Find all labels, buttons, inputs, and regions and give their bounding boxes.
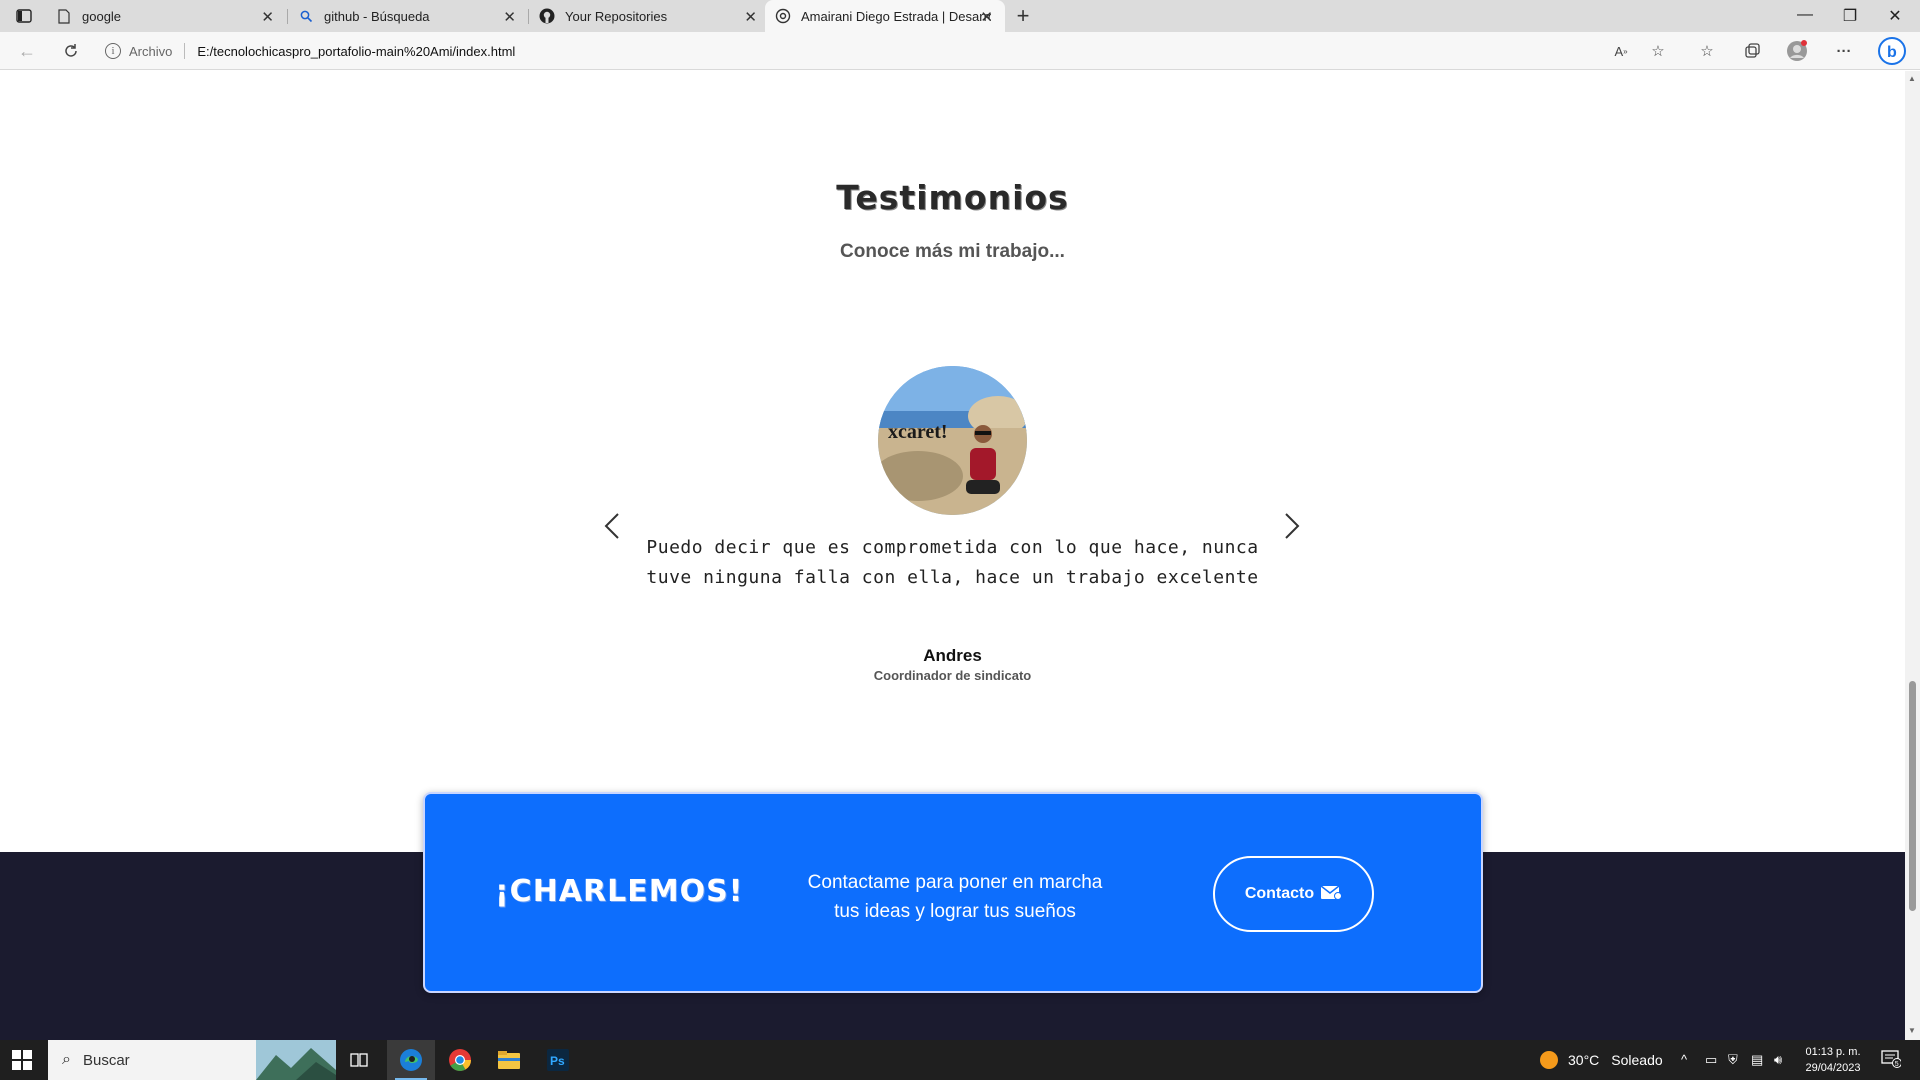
task-view-icon[interactable]: [335, 1040, 383, 1080]
new-tab-button[interactable]: +: [1011, 3, 1035, 29]
tab-label: Amairani Diego Estrada | Desarro: [801, 8, 991, 24]
close-icon[interactable]: ✕: [261, 8, 274, 26]
testimonial-quote: Puedo decir que es comprometida con lo q…: [646, 537, 1259, 588]
page-icon: [56, 8, 72, 24]
taskbar: ⌕ Buscar Ps 30°C Soleado ^ ▭ ⛨ ▤ 🔊︎ 01:1…: [0, 1040, 1920, 1080]
favorites-icon[interactable]: ☆: [1696, 40, 1718, 62]
url-text[interactable]: E:/tecnolochicaspro_portafolio-main%20Am…: [197, 44, 515, 59]
carousel-next-button[interactable]: [1276, 506, 1306, 546]
edge-taskbar-icon[interactable]: [387, 1040, 435, 1080]
file-explorer-icon[interactable]: [485, 1040, 533, 1080]
section-subtitle: Conoce más mi trabajo...: [840, 241, 1065, 262]
testimonial-author: Andres: [923, 646, 982, 665]
search-icon: [298, 8, 314, 24]
refresh-button[interactable]: [58, 39, 84, 63]
minimize-button[interactable]: —: [1790, 6, 1820, 24]
windows-start-icon[interactable]: [12, 1050, 32, 1075]
tab-label: Your Repositories: [565, 8, 668, 24]
taskbar-search-placeholder: Buscar: [82, 1051, 130, 1069]
address-divider: [184, 43, 186, 59]
sun-icon: [1540, 1051, 1558, 1069]
info-icon[interactable]: i: [105, 43, 121, 59]
taskbar-search-box[interactable]: ⌕ Buscar: [48, 1040, 336, 1080]
address-bar[interactable]: i Archivo E:/tecnolochicaspro_portafolio…: [105, 37, 1680, 65]
chevron-up-icon[interactable]: ^: [1681, 1052, 1687, 1067]
close-icon[interactable]: ✕: [744, 8, 757, 26]
envelope-icon: [1320, 884, 1343, 905]
restore-button[interactable]: ❐: [1835, 6, 1865, 26]
bing-icon[interactable]: b: [1877, 37, 1907, 65]
browser-toolbar: ← i Archivo E:/tecnolochicaspro_portafol…: [0, 32, 1920, 70]
tab-label: google: [82, 8, 122, 24]
section-title: Testimonios: [836, 178, 1069, 217]
testimonial-role: Coordinador de sindicato: [873, 668, 1032, 683]
notification-center-icon[interactable]: 5: [1880, 1050, 1902, 1070]
cta-title: ¡CHARLEMOS!: [495, 874, 744, 909]
volume-icon[interactable]: 🔊︎: [1774, 1052, 1782, 1068]
avatar: xcaret!: [878, 366, 1027, 515]
tab-google[interactable]: google ✕: [46, 0, 286, 32]
weather-widget[interactable]: 30°C Soleado: [1540, 1040, 1663, 1080]
profile-icon[interactable]: [1786, 40, 1808, 62]
close-icon[interactable]: ✕: [980, 8, 993, 26]
scroll-up-icon[interactable]: ▲: [1908, 74, 1916, 83]
cta-text: Contactame para poner en marcha tus idea…: [807, 872, 1103, 922]
search-icon: ⌕: [62, 1051, 71, 1068]
close-window-button[interactable]: ✕: [1880, 6, 1910, 26]
read-aloud-icon[interactable]: A»: [1610, 40, 1632, 62]
more-menu-icon[interactable]: ···: [1833, 40, 1855, 62]
close-icon[interactable]: ✕: [503, 8, 516, 26]
page-viewport: Testimonios Conoce más mi trabajo... xca…: [0, 71, 1905, 1040]
security-icon[interactable]: ⛨: [1728, 1052, 1738, 1068]
tab-github-search[interactable]: github - Búsqueda ✕: [288, 0, 528, 32]
tab-strip: google ✕ github - Búsqueda ✕ Your Reposi…: [0, 0, 1920, 32]
svg-text:Ps: Ps: [550, 1054, 565, 1068]
page-scrollbar[interactable]: ▲ ▼: [1905, 71, 1920, 1040]
weather-temperature: 30°C: [1568, 1052, 1600, 1068]
github-icon: [539, 8, 555, 24]
avatar-caption: xcaret!: [888, 421, 948, 443]
clock-time: 01:13 p. m.: [1805, 1046, 1861, 1058]
tab-portfolio[interactable]: Amairani Diego Estrada | Desarro ✕: [765, 0, 1005, 32]
carousel-prev-button[interactable]: [598, 506, 628, 546]
system-clock[interactable]: 01:13 p. m. 29/04/2023: [1800, 1044, 1866, 1076]
photoshop-icon[interactable]: Ps: [534, 1040, 582, 1080]
back-button[interactable]: ←: [14, 39, 40, 63]
weather-condition: Soleado: [1611, 1052, 1663, 1068]
site-icon: [775, 8, 791, 24]
notification-count: 5: [1895, 1061, 1899, 1068]
contact-button[interactable]: Contacto: [1213, 856, 1374, 932]
add-favorite-icon[interactable]: ☆: [1647, 40, 1669, 62]
scrollbar-thumb[interactable]: [1909, 681, 1916, 911]
search-highlight-image: [256, 1040, 336, 1080]
clock-date: 29/04/2023: [1805, 1062, 1861, 1074]
svg-text:b: b: [1887, 44, 1897, 61]
tab-actions-icon[interactable]: [10, 6, 38, 26]
tab-repositories[interactable]: Your Repositories ✕: [529, 0, 769, 32]
contact-button-label: Contacto: [1244, 885, 1315, 902]
collections-icon[interactable]: [1741, 40, 1763, 62]
scroll-down-icon[interactable]: ▼: [1908, 1026, 1916, 1035]
tab-label: github - Búsqueda: [324, 8, 430, 24]
chrome-taskbar-icon[interactable]: [436, 1040, 484, 1080]
contact-cta-card: ¡CHARLEMOS! Contactame para poner en mar…: [423, 792, 1483, 993]
meet-now-icon[interactable]: ▭: [1705, 1052, 1717, 1068]
protocol-label: Archivo: [129, 43, 173, 59]
network-icon[interactable]: ▤: [1751, 1052, 1763, 1068]
